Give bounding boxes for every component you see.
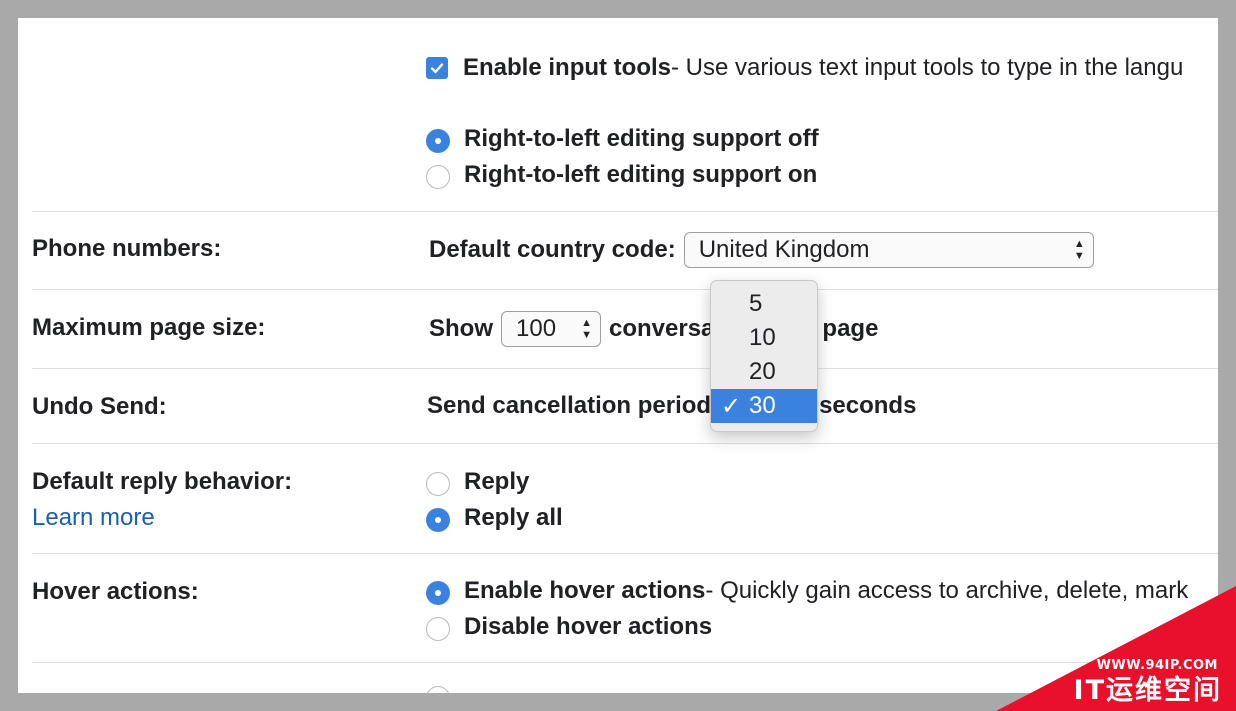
divider — [32, 211, 1218, 212]
checkmark-icon: ✓ — [721, 392, 742, 420]
learn-more-link[interactable]: Learn more — [32, 504, 155, 532]
check-icon — [430, 63, 444, 74]
reply-label: Reply — [464, 468, 530, 495]
hover-disable-label: Disable hover actions — [464, 613, 713, 640]
reply-behavior-label: Default reply behavior: — [32, 468, 293, 495]
divider — [32, 368, 1218, 369]
divider — [32, 289, 1218, 290]
rtl-off-radio[interactable] — [426, 129, 450, 153]
hover-enable-label: Enable hover actions — [464, 577, 706, 604]
dropdown-option[interactable]: 20 — [711, 355, 817, 389]
rtl-on-option[interactable]: Right-to-left editing support on — [426, 161, 817, 189]
dropdown-option-selected[interactable]: ✓ 30 — [711, 389, 817, 423]
page-size-value: 100 — [516, 315, 557, 342]
dropdown-option[interactable]: 5 — [711, 287, 817, 321]
dropdown-option-label: 5 — [749, 290, 763, 317]
dropdown-option-label: 20 — [749, 358, 776, 385]
dropdown-option-label: 30 — [749, 392, 776, 419]
page-size-select[interactable]: 100 ▲ ▼ — [501, 311, 601, 347]
input-tools-row: Enable input tools - Use various text in… — [426, 54, 1183, 82]
page-size-prefix: Show — [429, 315, 493, 342]
dropdown-option-label: 10 — [749, 324, 776, 351]
send-archive-label-partial — [32, 682, 232, 693]
divider — [32, 443, 1218, 444]
page-size-label: Maximum page size: — [32, 314, 266, 341]
country-code-select[interactable]: United Kingdom ▲ ▼ — [683, 232, 1094, 268]
undo-send-dropdown[interactable]: 5 10 20 ✓ 30 — [710, 280, 818, 432]
reply-all-radio[interactable] — [426, 508, 450, 532]
undo-send-label: Undo Send: — [32, 393, 167, 420]
send-archive-radio-partial[interactable] — [426, 686, 450, 693]
reply-all-label: Reply all — [464, 504, 563, 531]
reply-option[interactable]: Reply — [426, 468, 529, 496]
hover-disable-radio[interactable] — [426, 617, 450, 641]
hover-actions-label: Hover actions: — [32, 578, 199, 605]
reply-all-option[interactable]: Reply all — [426, 504, 563, 532]
divider — [32, 553, 1218, 554]
undo-send-field-label: Send cancellation period — [427, 392, 712, 419]
page-size-suffix-2: page — [822, 315, 879, 342]
watermark-badge: WWW.94IP.COM IT运维空间 — [996, 586, 1236, 711]
watermark-name: IT运维空间 — [1073, 675, 1222, 706]
dropdown-option[interactable]: 10 — [711, 321, 817, 355]
hover-enable-radio[interactable] — [426, 581, 450, 605]
hover-disable-option[interactable]: Disable hover actions — [426, 613, 712, 641]
input-tools-checkbox[interactable] — [426, 57, 448, 79]
undo-send-suffix: seconds — [819, 392, 917, 419]
undo-send-row: Send cancellation period seconds — [427, 392, 916, 420]
page-size-suffix-1: conversa — [609, 315, 715, 342]
country-code-row: Default country code: United Kingdom ▲ ▼ — [429, 232, 1094, 268]
input-tools-label: Enable input tools — [463, 54, 671, 81]
reply-radio[interactable] — [426, 472, 450, 496]
input-tools-description: - Use various text input tools to type i… — [671, 54, 1184, 81]
select-arrows-icon: ▲ ▼ — [1073, 238, 1085, 262]
rtl-off-option[interactable]: Right-to-left editing support off — [426, 125, 819, 153]
select-arrows-icon: ▲ ▼ — [581, 317, 592, 341]
rtl-off-label: Right-to-left editing support off — [464, 125, 819, 152]
country-code-label: Default country code: — [429, 236, 676, 263]
phone-numbers-label: Phone numbers: — [32, 235, 222, 262]
rtl-on-radio[interactable] — [426, 165, 450, 189]
country-code-value: United Kingdom — [698, 236, 870, 263]
rtl-on-label: Right-to-left editing support on — [464, 161, 818, 188]
